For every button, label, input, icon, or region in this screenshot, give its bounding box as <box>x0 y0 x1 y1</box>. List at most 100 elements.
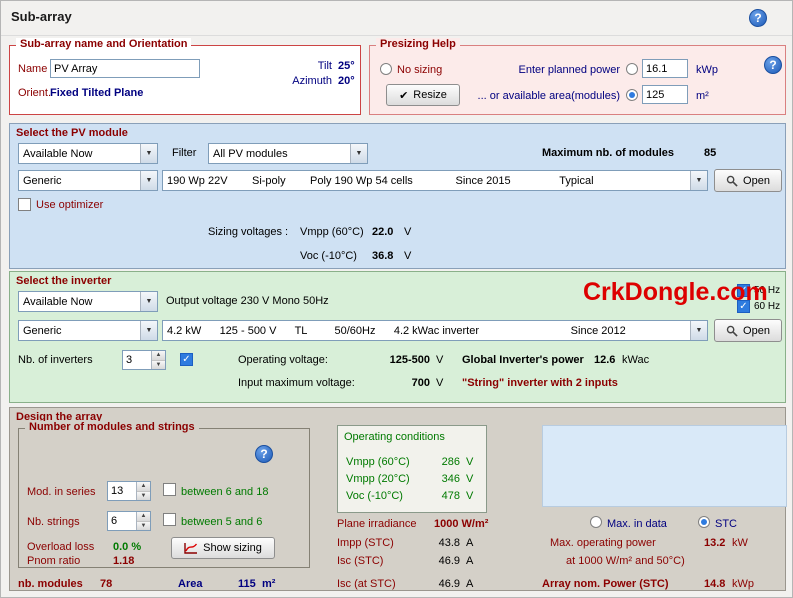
oc-row-value: 286 <box>441 456 460 468</box>
isc-at-stc-value: 46.9 <box>438 578 460 590</box>
open-inverter-label: Open <box>743 324 770 337</box>
planned-power-label: Enter planned power <box>518 64 620 76</box>
output-voltage-label: Output voltage 230 V Mono 50Hz <box>166 295 329 307</box>
input-max-voltage-value: 700 <box>411 377 430 389</box>
nb-strings-spinner[interactable]: ▲ ▼ <box>107 511 151 531</box>
inverter-count-checkbox[interactable]: ✓ <box>180 353 193 366</box>
resize-button-label: Resize <box>413 89 447 101</box>
orient-value: Fixed Tilted Plane <box>50 87 144 99</box>
presizing-legend: Presizing Help <box>376 38 460 50</box>
presizing-help-icon[interactable]: ? <box>764 56 782 74</box>
inverter-count-spinner[interactable]: ▲ ▼ <box>122 350 166 370</box>
oc-row-value: 478 <box>441 490 460 502</box>
inverter-manufacturer-value: Generic <box>23 324 62 337</box>
available-area-unit: m² <box>696 90 709 102</box>
impp-label: Impp (STC) <box>337 537 394 549</box>
name-label: Name <box>18 63 48 75</box>
module-filter-select[interactable]: All PV modules ▼ <box>208 143 368 164</box>
module-availability-select[interactable]: Available Now ▼ <box>18 143 158 164</box>
orientation-legend: Sub-array name and Orientation <box>16 38 192 50</box>
chevron-down-icon: ▼ <box>140 321 157 340</box>
chart-placeholder <box>542 425 787 507</box>
tilt-label: Tilt <box>317 60 332 72</box>
isc-unit: A <box>466 555 474 567</box>
planned-power-unit: kWp <box>696 64 718 76</box>
oc-row-unit: V <box>466 473 474 485</box>
no-sizing-radio[interactable] <box>380 63 392 75</box>
planned-power-input[interactable] <box>642 59 688 78</box>
operating-voltage-unit: V <box>436 354 444 366</box>
mod-series-range-checkbox[interactable] <box>163 483 176 496</box>
spinner-down-icon[interactable]: ▼ <box>137 521 150 530</box>
array-nom-power-unit: kWp <box>732 578 754 590</box>
design-section: Design the array Number of modules and s… <box>9 407 787 591</box>
array-nom-power-label: Array nom. Power (STC) <box>542 578 669 590</box>
subarray-name-input[interactable] <box>50 59 200 78</box>
plane-irradiance-value: 1000 W/m² <box>434 518 489 530</box>
open-module-button[interactable]: Open <box>714 169 782 192</box>
open-module-label: Open <box>743 174 770 187</box>
spinner-down-icon[interactable]: ▼ <box>137 491 150 500</box>
orientation-section: Sub-array name and Orientation Name Tilt… <box>9 38 361 115</box>
max-operating-power-value: 13.2 <box>704 537 726 549</box>
sizing-voltages-label: Sizing voltages : <box>208 226 289 238</box>
chevron-down-icon: ▼ <box>140 171 157 190</box>
available-area-input[interactable] <box>642 85 688 104</box>
area-unit: m² <box>262 578 276 590</box>
modules-strings-group: Number of modules and strings ? Mod. in … <box>18 421 310 568</box>
area-label: Area <box>178 578 203 590</box>
filter-label: Filter <box>172 147 197 159</box>
vmpp-label: Vmpp (60°C) <box>300 226 364 238</box>
chevron-down-icon: ▼ <box>350 144 367 163</box>
inverter-section: Select the inverter Available Now ▼ Outp… <box>9 271 786 403</box>
help-icon[interactable]: ? <box>749 9 767 27</box>
overload-loss-value: 0.0 % <box>113 541 142 553</box>
module-manufacturer-select[interactable]: Generic ▼ <box>18 170 158 191</box>
global-power-unit: kWac <box>622 354 650 366</box>
mod-series-label: Mod. in series <box>27 486 96 498</box>
vmpp-unit: V <box>404 226 412 238</box>
chevron-down-icon: ▼ <box>140 292 157 311</box>
stc-radio[interactable] <box>698 516 710 528</box>
nb-strings-range-checkbox[interactable] <box>163 513 176 526</box>
open-inverter-button[interactable]: Open <box>714 319 782 342</box>
nb-strings-input[interactable] <box>108 512 136 530</box>
oc-row-unit: V <box>466 456 474 468</box>
voc-unit: V <box>404 250 412 262</box>
spinner-up-icon[interactable]: ▲ <box>152 351 165 361</box>
inverter-availability-select[interactable]: Available Now ▼ <box>18 291 158 312</box>
chevron-down-icon: ▼ <box>140 144 157 163</box>
nb-strings-label: Nb. strings <box>27 516 80 528</box>
isc-at-stc-label: Isc (at STC) <box>337 578 396 590</box>
inverter-manufacturer-select[interactable]: Generic ▼ <box>18 320 158 341</box>
pv-module-title: Select the PV module <box>16 127 128 139</box>
operating-voltage-value: 125-500 <box>389 354 430 366</box>
group-help-icon[interactable]: ? <box>255 445 273 463</box>
inverter-model-value: 4.2 kW 125 - 500 V TL 50/60Hz 4.2 kWac i… <box>167 324 626 337</box>
spinner-up-icon[interactable]: ▲ <box>137 482 150 492</box>
resize-button[interactable]: ✔ Resize <box>386 84 460 106</box>
inverter-count-input[interactable] <box>123 351 151 369</box>
orient-label: Orient. <box>18 87 52 99</box>
use-optimizer-checkbox[interactable] <box>18 198 31 211</box>
isc-value: 46.9 <box>438 555 460 567</box>
inverter-model-select[interactable]: 4.2 kW 125 - 500 V TL 50/60Hz 4.2 kWac i… <box>162 320 708 341</box>
operating-voltage-label: Operating voltage: <box>238 354 328 366</box>
voc-label: Voc (-10°C) <box>300 250 357 262</box>
planned-power-radio[interactable] <box>626 63 638 75</box>
mod-series-input[interactable] <box>108 482 136 500</box>
max-modules-value: 85 <box>704 147 717 159</box>
azimuth-label: Azimuth <box>292 75 332 87</box>
area-value: 115 <box>238 578 256 590</box>
module-model-select[interactable]: 190 Wp 22V Si-poly Poly 190 Wp 54 cells … <box>162 170 708 191</box>
oc-row-label: Vmpp (20°C) <box>346 473 410 485</box>
isc-label: Isc (STC) <box>337 555 384 567</box>
show-sizing-button[interactable]: Show sizing <box>171 537 275 559</box>
mod-series-spinner[interactable]: ▲ ▼ <box>107 481 151 501</box>
spinner-down-icon[interactable]: ▼ <box>152 360 165 369</box>
max-in-data-radio[interactable] <box>590 516 602 528</box>
spinner-up-icon[interactable]: ▲ <box>137 512 150 522</box>
check-icon: ✔ <box>399 89 409 102</box>
available-area-radio[interactable] <box>626 89 638 101</box>
nb-inverters-label: Nb. of inverters <box>18 354 93 366</box>
